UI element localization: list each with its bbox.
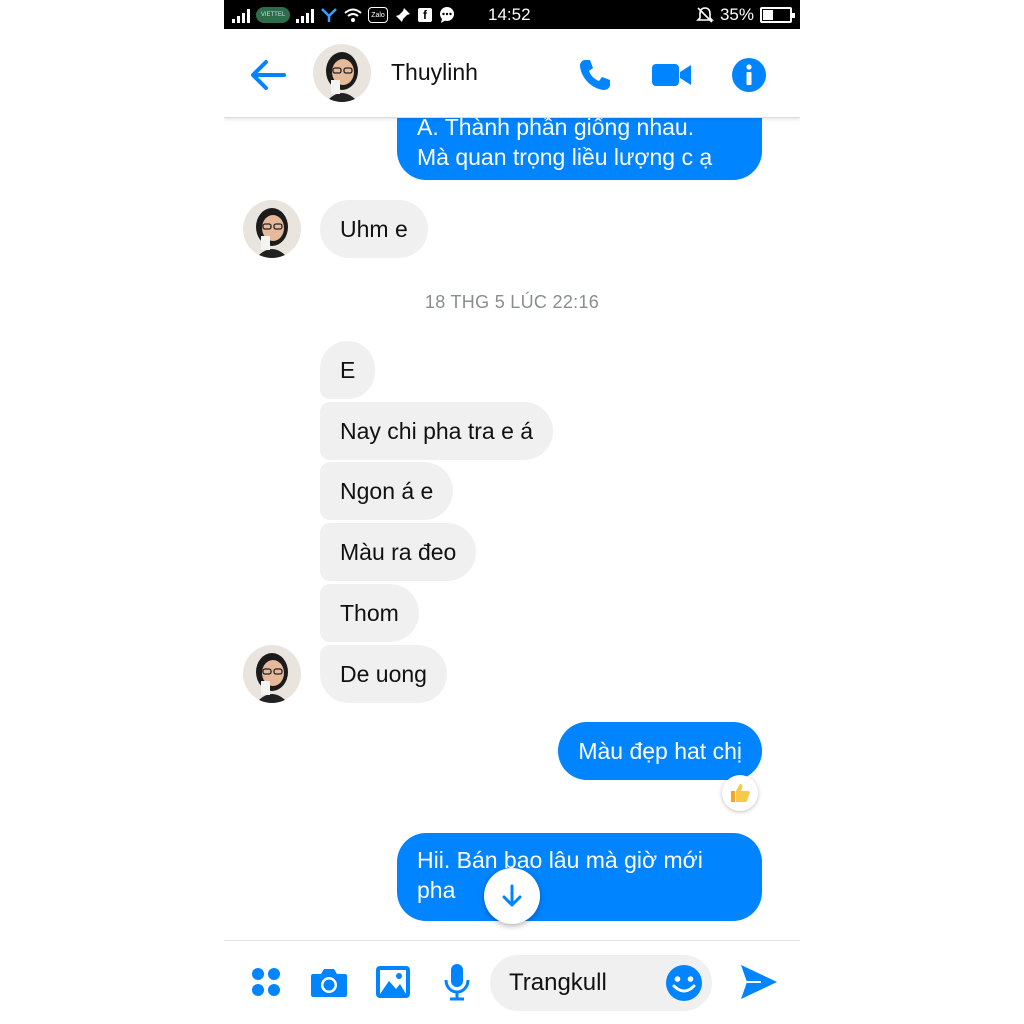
wifi-icon [344,6,362,24]
silent-bell-icon [696,6,714,24]
message-line: pha [417,877,456,903]
camera-icon[interactable] [306,959,352,1005]
thumbs-up-icon[interactable] [722,775,758,811]
sender-avatar[interactable] [243,645,301,703]
network-icon [320,6,338,24]
signal-icon [232,7,250,23]
message-line: Mà quan trọng liều lượng c ạ [417,144,713,170]
carrier-logo: VIETTEL [256,7,290,23]
composer-bar: Trangkull [224,940,800,1024]
outgoing-message[interactable]: A. Thành phần giống nhau. Mà quan trọng … [397,118,762,180]
video-call-icon[interactable] [650,53,694,97]
more-apps-icon[interactable] [243,959,289,1005]
contact-avatar[interactable] [313,44,371,102]
incoming-message[interactable]: Nay chi pha tra e á [320,402,554,460]
outgoing-message[interactable]: Hii. Bán bao lâu mà giờ mới pha [397,833,762,921]
phone-call-icon[interactable] [573,53,617,97]
incoming-message[interactable]: Màu ra đeo [320,523,477,581]
scroll-to-bottom-button[interactable] [484,868,540,924]
message-timestamp: 18 THG 5 LÚC 22:16 [424,292,600,312]
battery-icon [760,7,795,23]
sender-avatar[interactable] [243,200,301,258]
microphone-icon[interactable] [434,959,480,1005]
back-arrow-icon[interactable] [246,53,290,97]
message-input[interactable]: Trangkull [490,955,712,1011]
signal-icon [296,7,314,23]
zalo-notification-icon: Zalo [368,7,388,23]
contact-name[interactable]: Thuylinh [391,59,478,86]
message-input-text: Trangkull [509,969,607,996]
pin-notification-icon [394,6,412,24]
gallery-icon[interactable] [370,959,416,1005]
emoji-icon[interactable] [664,963,704,1003]
status-bar: VIETTEL Zalo f 14:52 35% [224,0,800,29]
info-icon[interactable] [727,53,771,97]
conversation-header: Thuylinh [224,29,800,118]
facebook-notification-icon: f [418,8,432,22]
incoming-message[interactable]: E [320,341,376,399]
send-icon[interactable] [736,959,782,1005]
message-list[interactable]: A. Thành phần giống nhau. Mà quan trọng … [224,118,800,940]
clock: 14:52 [488,5,531,24]
message-line: A. Thành phần giống nhau. [417,118,695,140]
incoming-message[interactable]: De uong [320,645,447,703]
incoming-message[interactable]: Ngon á e [320,462,454,520]
incoming-message[interactable]: Uhm e [320,200,428,258]
battery-percent: 35% [719,5,754,24]
messenger-screen: VIETTEL Zalo f 14:52 35% Thuylinh A. Thà… [224,0,800,1024]
message-line: Hii. Bán bao lâu mà giờ mới [417,847,703,873]
outgoing-message[interactable]: Màu đẹp hat chị [558,722,762,780]
incoming-message[interactable]: Thom [320,584,419,642]
messenger-notification-icon [438,6,456,24]
